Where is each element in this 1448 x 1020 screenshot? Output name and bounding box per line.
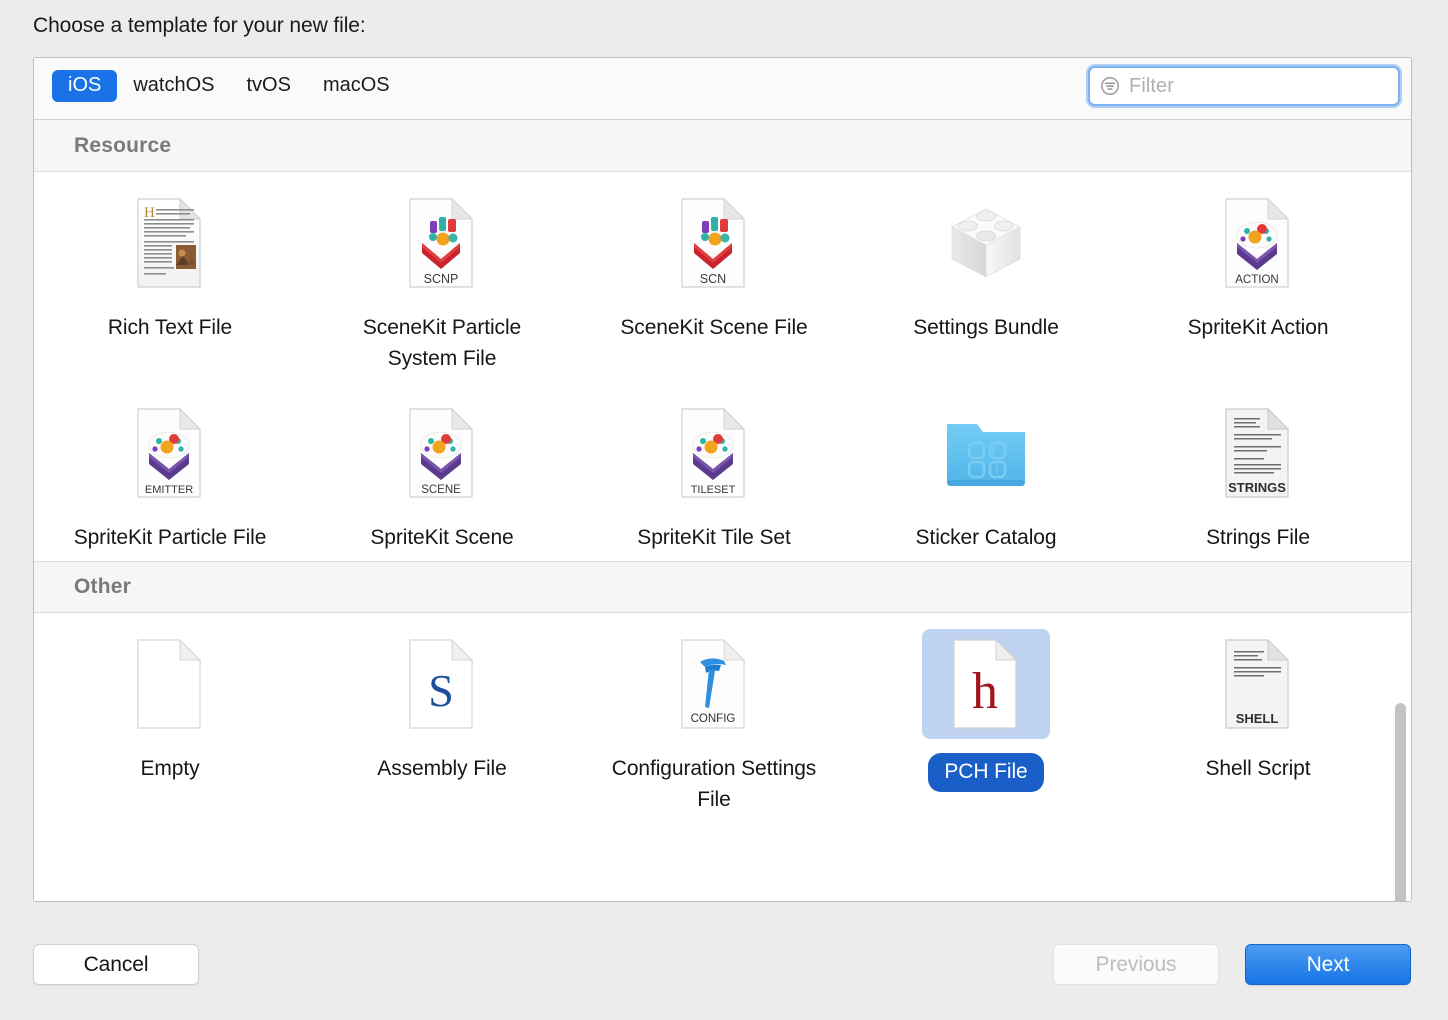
icon-container: CONFIG — [650, 629, 778, 739]
icon-container: S — [378, 629, 506, 739]
template-item-strings-file[interactable]: STRINGS Strings File — [1122, 382, 1394, 561]
icon-badge-text: SCNP — [424, 272, 459, 286]
icon-container: SCNP — [378, 188, 506, 298]
section-header-other: Other — [34, 561, 1411, 614]
template-item-label: SceneKit Scene File — [620, 316, 808, 339]
svg-text:H: H — [144, 205, 155, 221]
config-hammer-icon: CONFIG — [681, 639, 746, 729]
dialog-footer: Cancel Previous Next — [0, 935, 1448, 995]
template-item-spritekit-tile-set[interactable]: TILESET SpriteKit Tile Set — [578, 382, 850, 561]
template-grid-other: Empty S Assembly File CONFIG Configurati… — [34, 613, 1411, 823]
settings-bundle-icon — [951, 208, 1021, 278]
template-item-label: Configuration Settings File — [611, 757, 817, 812]
template-item-settings-bundle[interactable]: Settings Bundle — [850, 172, 1122, 382]
template-item-label: Strings File — [1206, 526, 1310, 550]
spritekit-action-icon: ACTION — [1225, 197, 1290, 288]
rich-text-file-icon: H — [137, 197, 202, 288]
icon-badge-text: SHELL — [1236, 711, 1279, 726]
scenekit-particle-scnp-icon: SCNP — [409, 197, 474, 288]
template-item-scenekit-particle-system-file[interactable]: SCNP SceneKit Particle System File — [306, 172, 578, 382]
template-item-empty[interactable]: Empty — [34, 613, 306, 823]
icon-container — [922, 398, 1050, 508]
template-chooser-panel: iOS watchOS tvOS macOS Filter Resource H… — [33, 57, 1412, 902]
spritekit-tileset-icon: TILESET — [681, 407, 746, 498]
section-header-resource: Resource — [34, 120, 1411, 172]
section-title: Resource — [74, 133, 172, 157]
icon-badge-text: SCN — [700, 272, 726, 286]
icon-glyph-h: h — [972, 663, 998, 720]
template-item-label: Sticker Catalog — [915, 526, 1057, 550]
tab-ios[interactable]: iOS — [52, 70, 118, 102]
template-item-rich-text-file[interactable]: H Rich Text File — [34, 172, 306, 382]
icon-container: SCENE — [378, 398, 506, 508]
icon-badge-text: CONFIG — [691, 713, 736, 725]
template-item-label: Shell Script — [1205, 757, 1311, 781]
template-item-sticker-catalog[interactable]: Sticker Catalog — [850, 382, 1122, 561]
pch-file-h-icon: h — [953, 639, 1018, 729]
next-button[interactable]: Next — [1245, 944, 1411, 985]
scrollbar-thumb[interactable] — [1395, 703, 1406, 901]
icon-glyph-s: S — [428, 665, 454, 716]
template-item-label: Settings Bundle — [913, 316, 1059, 339]
template-grid-resource: H Rich Text File SCNP SceneKit Particle … — [34, 172, 1411, 561]
previous-button[interactable]: Previous — [1053, 944, 1219, 985]
template-item-label-selected: PCH File — [928, 753, 1044, 793]
page-title: Choose a template for your new file: — [33, 14, 366, 37]
scenekit-scene-scn-icon: SCN — [681, 197, 746, 288]
sticker-catalog-folder-icon — [947, 424, 1025, 487]
cancel-button[interactable]: Cancel — [33, 944, 199, 985]
icon-container — [922, 188, 1050, 298]
empty-document-icon — [137, 639, 202, 729]
template-item-pch-file[interactable]: h PCH File — [850, 613, 1122, 823]
template-item-assembly-file[interactable]: S Assembly File — [306, 613, 578, 823]
vertical-scrollbar[interactable] — [1391, 122, 1408, 901]
icon-badge-text: TILESET — [691, 484, 736, 496]
template-item-label: SpriteKit Particle File — [73, 526, 267, 550]
template-item-shell-script[interactable]: SHELL Shell Script — [1122, 613, 1394, 823]
tab-tvos[interactable]: tvOS — [231, 70, 307, 102]
template-item-scenekit-scene-file[interactable]: SCN SceneKit Scene File — [578, 172, 850, 382]
icon-container: EMITTER — [106, 398, 234, 508]
platform-toolbar: iOS watchOS tvOS macOS Filter — [34, 58, 1411, 120]
icon-container: H — [106, 188, 234, 298]
template-item-configuration-settings-file[interactable]: CONFIG Configuration Settings File — [578, 613, 850, 823]
icon-container: SHELL — [1194, 629, 1322, 739]
template-item-label: SpriteKit Scene — [370, 526, 514, 550]
template-item-label: SpriteKit Tile Set — [637, 526, 791, 550]
shell-script-icon: SHELL — [1225, 639, 1290, 729]
tab-macos[interactable]: macOS — [307, 70, 406, 102]
template-item-spritekit-scene[interactable]: SCENE SpriteKit Scene — [306, 382, 578, 561]
tab-watchos[interactable]: watchOS — [117, 70, 230, 102]
icon-container: STRINGS — [1194, 398, 1322, 508]
template-item-label: Rich Text File — [107, 316, 233, 339]
template-scroll-area[interactable]: Resource H Rich Text File SCNP SceneKit … — [34, 120, 1411, 901]
template-item-spritekit-action[interactable]: ACTION SpriteKit Action — [1122, 172, 1394, 382]
section-title: Other — [74, 575, 132, 599]
icon-badge-text: SCENE — [421, 484, 461, 496]
strings-file-icon: STRINGS — [1225, 407, 1290, 498]
template-item-spritekit-particle-file[interactable]: EMITTER SpriteKit Particle File — [34, 382, 306, 561]
platform-tab-bar: iOS watchOS tvOS macOS — [52, 70, 406, 102]
icon-container: SCN — [650, 188, 778, 298]
icon-container-selected: h — [922, 629, 1050, 740]
filter-icon — [1101, 77, 1119, 95]
icon-container: TILESET — [650, 398, 778, 508]
icon-badge-text: EMITTER — [145, 484, 193, 496]
icon-badge-text: STRINGS — [1228, 480, 1286, 495]
spritekit-emitter-icon: EMITTER — [137, 407, 202, 498]
template-item-label: Assembly File — [377, 757, 507, 781]
filter-field[interactable]: Filter — [1088, 66, 1400, 106]
template-item-label: SpriteKit Action — [1187, 316, 1329, 339]
template-item-label: SceneKit Particle System File — [362, 316, 522, 371]
icon-badge-text: ACTION — [1235, 274, 1278, 286]
spritekit-scene-icon: SCENE — [409, 407, 474, 498]
icon-container: ACTION — [1194, 188, 1322, 298]
template-item-label: Empty — [140, 757, 200, 781]
icon-container — [106, 629, 234, 739]
assembly-file-s-icon: S — [409, 639, 474, 729]
filter-placeholder: Filter — [1129, 74, 1175, 97]
